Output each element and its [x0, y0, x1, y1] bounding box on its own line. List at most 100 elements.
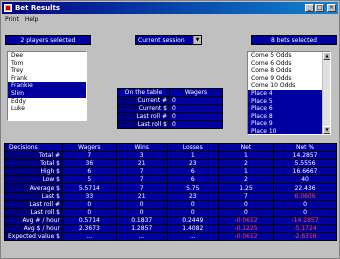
bet-item[interactable]: Come 9 Odds — [248, 75, 330, 83]
results-row: Last roll #0 0 0 0 0 — [4, 199, 337, 209]
on-table-row-value: 0 — [169, 112, 223, 121]
results-row: Last $33 21 23 7 6.0606 — [4, 191, 337, 201]
session-value: Current session — [136, 36, 193, 44]
on-table-panel: On the table Wagers Current #0 Current $0… — [117, 88, 223, 129]
results-cell: 0 — [62, 207, 117, 217]
bet-item[interactable]: Place 6 — [248, 105, 330, 113]
results-cell: ... — [166, 232, 219, 242]
results-cell: 23 — [166, 191, 219, 201]
results-cell: 21 — [115, 191, 168, 201]
players-selected-label: 2 players selected — [5, 35, 91, 45]
results-column-header: Net — [217, 142, 275, 153]
player-item[interactable]: Luke — [8, 105, 86, 113]
players-list[interactable]: Dee Tom Trey Frank Frankie Slim Eddy Luke — [7, 51, 87, 121]
bet-item[interactable]: Come 10 Odds — [248, 82, 330, 90]
minimize-icon[interactable]: _ — [305, 4, 314, 12]
results-cell: ... — [115, 232, 168, 242]
results-cell: 1.25 — [217, 183, 275, 193]
player-item[interactable]: Eddy — [8, 98, 86, 106]
results-cell: 1 — [217, 167, 275, 177]
scroll-down-icon[interactable]: ▼ — [323, 126, 330, 134]
results-cell: ... — [62, 232, 117, 242]
bet-item[interactable]: Come 5 Odds — [248, 52, 330, 60]
bet-item[interactable]: Place 8 — [248, 112, 330, 121]
results-column-header: Decisions — [4, 142, 63, 153]
results-cell: 0 — [115, 199, 168, 209]
app-icon — [4, 4, 12, 12]
results-cell: -0.0612 — [217, 215, 275, 225]
player-item[interactable]: Tom — [8, 60, 86, 68]
player-item[interactable]: Dee — [8, 52, 86, 60]
bets-scrollbar[interactable]: ▲ ▼ — [322, 52, 330, 134]
on-table-row: Last roll #0 — [117, 112, 223, 121]
results-cell: 0 — [217, 199, 275, 209]
results-cell: 0 — [62, 199, 117, 209]
results-row: Average $5.5714 7 5.75 1.25 22.436 — [4, 183, 337, 193]
results-cell: 2 — [217, 159, 275, 169]
bet-item[interactable]: Come 6 Odds — [248, 60, 330, 68]
on-table-row-label: Current # — [117, 96, 170, 105]
on-table-row-label: Last roll $ — [117, 120, 170, 129]
results-cell: 0.2449 — [166, 215, 219, 225]
menu-help[interactable]: Help — [22, 16, 42, 23]
results-cell: -14.2857 — [273, 215, 337, 225]
on-table-row-label: Current $ — [117, 104, 170, 113]
results-cell: 7 — [115, 183, 168, 193]
results-cell: 6 — [166, 175, 219, 185]
results-row-label: Avg # / hour — [4, 215, 63, 225]
results-row-label: Avg $ / hour — [4, 223, 63, 234]
bet-item[interactable]: Place 5 — [248, 97, 330, 106]
on-table-row: Last roll $0 — [117, 120, 223, 129]
menu-print[interactable]: Print — [2, 16, 22, 23]
results-cell: 23 — [166, 159, 219, 169]
results-cell: -0.1225 — [217, 223, 275, 234]
bet-item[interactable]: Place 10 — [248, 127, 330, 134]
bet-item[interactable]: Place 9 — [248, 120, 330, 128]
results-row-label: Total $ — [4, 159, 63, 169]
results-cell: 7 — [115, 175, 168, 185]
on-table-row-value: 0 — [169, 120, 223, 129]
player-item[interactable]: Frankie — [8, 82, 86, 90]
session-dropdown[interactable]: Current session ▼ — [135, 35, 202, 45]
results-cell: 2.3673 — [62, 223, 117, 234]
results-cell: 33 — [62, 191, 117, 201]
on-table-row: Current $0 — [117, 104, 223, 113]
close-icon[interactable]: × — [327, 4, 336, 12]
results-cell: -0.0612 — [217, 232, 275, 242]
results-cell: 1.4082 — [166, 223, 219, 234]
chevron-down-icon[interactable]: ▼ — [193, 36, 201, 44]
player-item[interactable]: Slim — [8, 89, 86, 98]
window-title: Bet Results — [15, 4, 61, 12]
on-table-header: On the table — [117, 88, 170, 97]
results-cell: 7 — [115, 167, 168, 177]
results-row: Avg $ / hour 2.3673 1.2857 1.4082 -0.1225 -5.… — [4, 223, 337, 234]
bet-item[interactable]: Place 4 — [248, 89, 330, 98]
results-cell: 14.2857 — [273, 151, 337, 161]
results-cell: 16.6667 — [273, 167, 337, 177]
player-item[interactable]: Frank — [8, 75, 86, 83]
player-item[interactable]: Trey — [8, 67, 86, 75]
results-cell: 0.5714 — [62, 215, 117, 225]
results-column-header: Losses — [166, 142, 219, 153]
results-row: High $6 7 6 1 16.6667 — [4, 167, 337, 177]
results-row: Avg # / hour 0.5714 0.1837 0.2449 -0.0612 -14… — [4, 215, 337, 225]
on-table-row-value: 0 — [169, 104, 223, 113]
results-column-header: Net % — [273, 142, 337, 153]
scroll-up-icon[interactable]: ▲ — [323, 52, 330, 60]
title-bar[interactable]: Bet Results _ □ × — [2, 2, 338, 14]
results-row: Expected value $......... -0.0612 -2.6316 — [4, 232, 337, 242]
on-table-row: Current #0 — [117, 96, 223, 105]
results-row-label: Low $ — [4, 175, 63, 185]
results-cell: 7 — [217, 191, 275, 201]
wagers-header: Wagers — [169, 88, 223, 97]
results-cell: 7 — [62, 151, 117, 161]
results-row-label: Expected value $ — [4, 232, 63, 242]
bets-list[interactable]: Come 5 Odds Come 6 Odds Come 8 Odds Come 9 … — [247, 51, 331, 135]
results-cell: 5.5556 — [273, 159, 337, 169]
results-cell: 0 — [115, 207, 168, 217]
bet-results-window: Bet Results _ □ × Print Help 2 players s… — [0, 0, 340, 259]
on-table-row-label: Last roll # — [117, 112, 170, 121]
results-cell: 1 — [166, 151, 219, 161]
maximize-icon[interactable]: □ — [315, 4, 324, 12]
bet-item[interactable]: Come 8 Odds — [248, 67, 330, 75]
